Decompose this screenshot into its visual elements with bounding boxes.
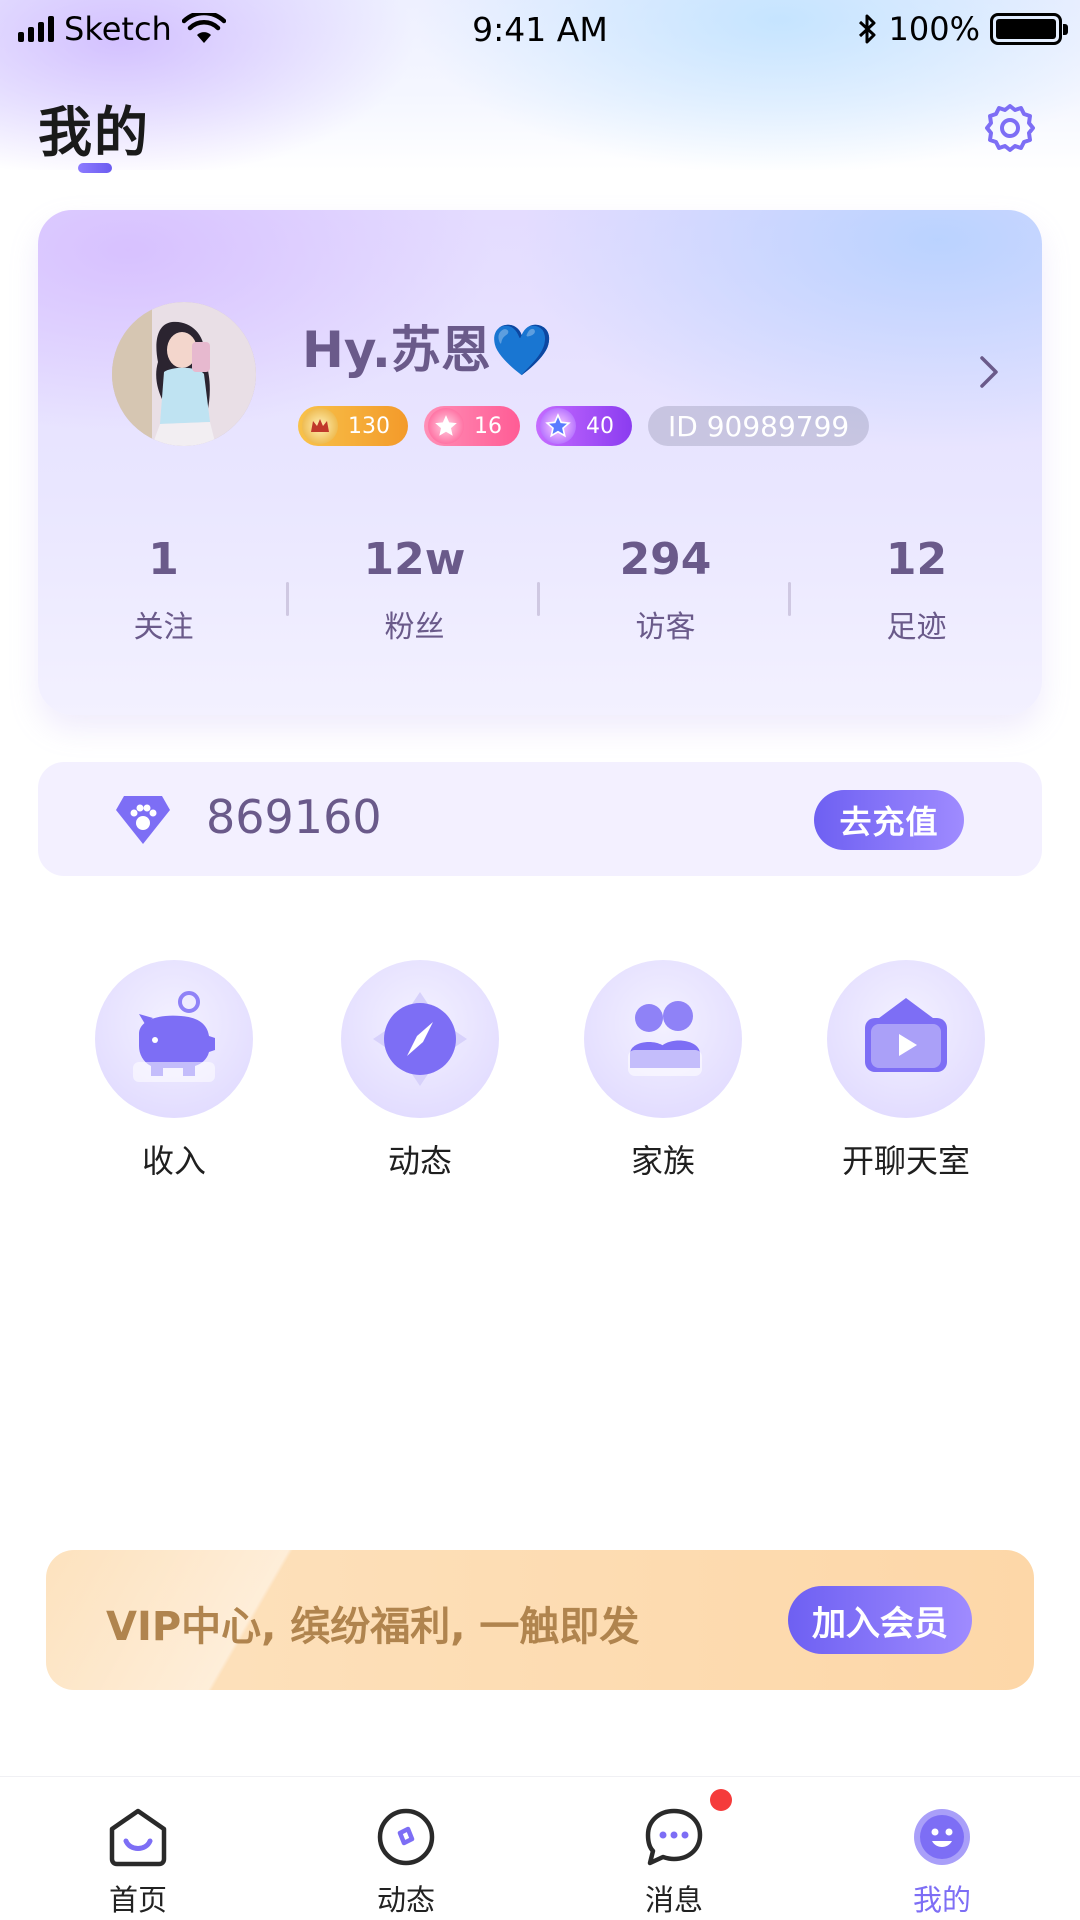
stat-value: 294 — [619, 534, 712, 585]
level-badge: 40 — [536, 406, 632, 446]
feature-icon-circle — [95, 960, 253, 1118]
stat-label: 粉丝 — [384, 610, 445, 645]
battery-percent: 100% — [888, 10, 980, 48]
title-indicator — [78, 163, 112, 173]
profile-name: Hy.苏恩💙 — [302, 321, 554, 379]
bluetooth-icon — [858, 14, 876, 44]
user-id-chip: ID 90989799 — [648, 406, 870, 446]
home-icon — [106, 1805, 170, 1869]
feature-label: 收入 — [141, 1142, 206, 1180]
battery-icon — [990, 13, 1068, 45]
vip-banner[interactable]: VIP中心, 缤纷福利, 一触即发 加入会员 — [46, 1550, 1034, 1690]
level-badge-value: 40 — [586, 413, 614, 439]
stat-value: 12 — [885, 534, 948, 585]
stat-value: 12w — [363, 534, 466, 585]
message-icon — [642, 1789, 732, 1869]
stat-following[interactable]: 1 关注 — [38, 532, 289, 662]
feature-icon-circle — [341, 960, 499, 1118]
tab-home[interactable]: 首页 — [68, 1805, 208, 1919]
feature-open-room[interactable]: 开聊天室 — [806, 960, 1006, 1182]
badge-row: 130 16 40 ID 90989799 — [298, 406, 870, 446]
video-room-icon — [865, 998, 947, 1072]
feature-label: 动态 — [387, 1142, 452, 1180]
tab-label: 首页 — [108, 1883, 167, 1917]
page-title: 我的 — [38, 101, 150, 164]
stat-label: 访客 — [635, 610, 696, 645]
gear-icon — [985, 104, 1035, 152]
tab-label: 动态 — [376, 1883, 435, 1917]
diamond-icon — [116, 796, 170, 844]
feature-income[interactable]: 收入 — [74, 960, 274, 1182]
tab-label: 消息 — [644, 1883, 703, 1917]
feature-moments[interactable]: 动态 — [320, 960, 520, 1182]
profile-icon — [910, 1805, 974, 1869]
profile-page: Sketch 9:41 AM 100% 我的 Hy.苏恩💙 130 16 40 … — [0, 0, 1080, 1920]
feature-label: 开聊天室 — [841, 1142, 970, 1180]
feature-icon-circle — [827, 960, 985, 1118]
stat-label: 关注 — [133, 610, 194, 645]
profile-card[interactable]: Hy.苏恩💙 130 16 40 ID 90989799 1 关注 12w 粉丝… — [38, 210, 1042, 715]
avatar[interactable] — [112, 302, 256, 446]
stat-label: 足迹 — [886, 610, 947, 645]
stat-fans[interactable]: 12w 粉丝 — [289, 532, 540, 662]
tab-mine[interactable]: 我的 — [872, 1805, 1012, 1919]
balance-amount: 869160 — [206, 790, 382, 844]
tab-messages[interactable]: 消息 — [604, 1789, 744, 1919]
feature-label: 家族 — [630, 1142, 695, 1180]
charm-badge: 16 — [424, 406, 520, 446]
star-icon — [428, 408, 464, 444]
stats-row: 1 关注 12w 粉丝 294 访客 12 足迹 — [38, 532, 1042, 662]
feature-icon-circle — [584, 960, 742, 1118]
wealth-badge-value: 130 — [348, 413, 390, 439]
join-vip-button[interactable]: 加入会员 — [788, 1586, 972, 1654]
tab-label: 我的 — [912, 1883, 971, 1917]
feature-grid: 收入 动态 家族 开聊天室 — [0, 960, 1080, 1180]
settings-button[interactable] — [982, 100, 1038, 156]
piggy-bank-icon — [133, 991, 215, 1082]
charm-badge-value: 16 — [474, 413, 502, 439]
status-right: 100% — [857, 10, 1068, 48]
moments-icon — [374, 1805, 438, 1869]
vip-banner-text: VIP中心, 缤纷福利, 一触即发 — [106, 1604, 640, 1650]
crown-icon — [302, 408, 338, 444]
chevron-right-icon[interactable] — [974, 352, 1004, 392]
avatar-image — [112, 302, 256, 446]
recharge-button[interactable]: 去充值 — [814, 790, 964, 850]
notification-dot — [710, 1789, 732, 1811]
balance-bar: 869160 去充值 — [38, 762, 1042, 876]
tab-moments[interactable]: 动态 — [336, 1805, 476, 1919]
feature-family[interactable]: 家族 — [563, 960, 763, 1182]
stat-value: 1 — [148, 534, 179, 585]
bottom-tab-bar: 首页 动态 消息 我的 — [0, 1776, 1080, 1920]
family-icon — [628, 1001, 702, 1076]
status-bar: Sketch 9:41 AM 100% — [0, 0, 1080, 60]
wealth-badge: 130 — [298, 406, 408, 446]
compass-icon — [373, 992, 467, 1086]
stat-footprints[interactable]: 12 足迹 — [791, 532, 1042, 662]
level-star-icon — [540, 408, 576, 444]
stat-visitors[interactable]: 294 访客 — [540, 532, 791, 662]
